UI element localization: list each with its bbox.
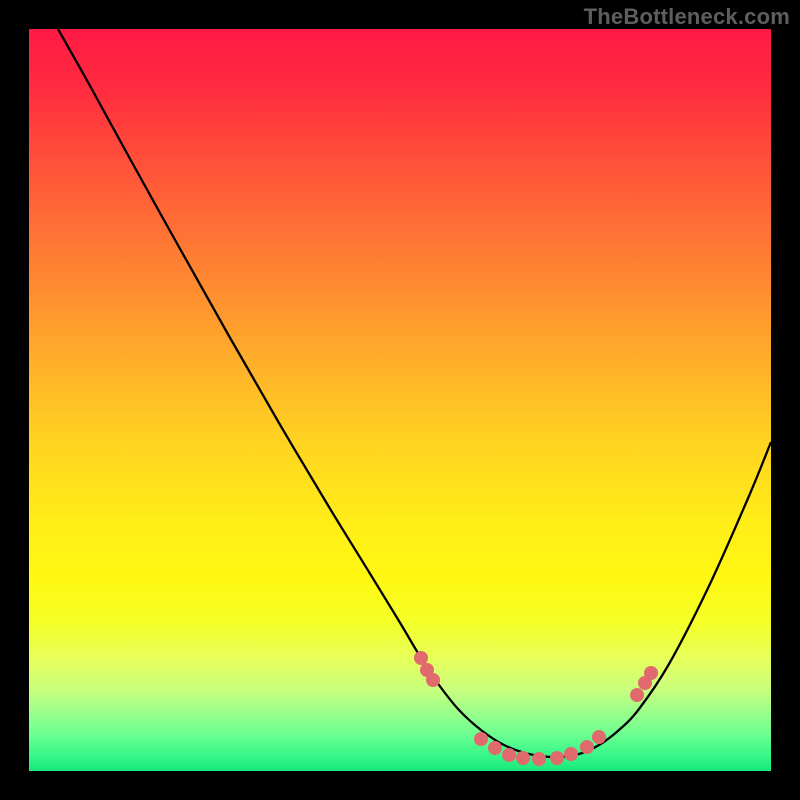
curve-marker (516, 751, 530, 765)
plot-area (29, 29, 771, 771)
curve-marker (532, 752, 546, 766)
marker-group (414, 651, 658, 766)
curve-marker (592, 730, 606, 744)
curve-marker (580, 740, 594, 754)
curve-layer (29, 29, 771, 771)
curve-marker (550, 751, 564, 765)
chart-frame: TheBottleneck.com (0, 0, 800, 800)
watermark-text: TheBottleneck.com (584, 4, 790, 30)
curve-marker (564, 747, 578, 761)
curve-marker (488, 741, 502, 755)
curve-marker (474, 732, 488, 746)
curve-marker (644, 666, 658, 680)
curve-marker (426, 673, 440, 687)
curve-marker (414, 651, 428, 665)
bottleneck-curve (58, 29, 771, 757)
curve-marker (630, 688, 644, 702)
curve-marker (502, 748, 516, 762)
